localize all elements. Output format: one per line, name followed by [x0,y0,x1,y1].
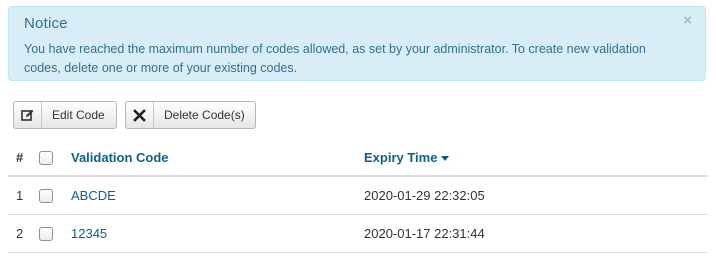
row-number: 2 [16,226,24,241]
expiry-time: 2020-01-17 22:31:44 [364,226,485,241]
row-checkbox[interactable] [39,188,53,203]
code-cell: ABCDE [71,177,116,214]
row-select-cell [39,177,53,214]
sort-descending-icon[interactable] [441,155,450,161]
row-select-cell [39,215,53,252]
delete-codes-label: Delete Code(s) [164,108,245,122]
edit-code-label: Edit Code [52,108,105,122]
notice-title: Notice [24,15,68,32]
header-expiry-time-cell: Expiry Time [364,140,450,175]
code-link[interactable]: 12345 [71,226,107,241]
code-cell: 12345 [71,215,107,252]
codes-table: # Validation Code Expiry Time 1 ABCDE 20… [8,140,708,253]
table-row: 2 12345 2020-01-17 22:31:44 [8,215,708,253]
edit-icon [14,102,42,128]
select-all-cell [39,140,53,175]
edit-code-button[interactable]: Edit Code [13,101,117,129]
expiry-time: 2020-01-29 22:32:05 [364,188,485,203]
row-number: 1 [16,188,24,203]
delete-codes-button[interactable]: Delete Code(s) [125,101,256,129]
table-header-row: # Validation Code Expiry Time [8,140,708,177]
header-number: # [16,150,24,165]
delete-x-icon [126,102,154,128]
row-checkbox[interactable] [39,226,53,241]
header-validation-code-cell: Validation Code [71,140,169,175]
close-icon[interactable]: × [683,13,692,29]
table-row: 1 ABCDE 2020-01-29 22:32:05 [8,177,708,215]
notice-message: You have reached the maximum number of c… [24,42,646,75]
notice-alert: Notice × You have reached the maximum nu… [8,6,706,81]
select-all-checkbox[interactable] [39,150,53,165]
header-expiry-time[interactable]: Expiry Time [364,150,437,165]
code-link[interactable]: ABCDE [71,188,116,203]
header-validation-code[interactable]: Validation Code [71,150,169,165]
